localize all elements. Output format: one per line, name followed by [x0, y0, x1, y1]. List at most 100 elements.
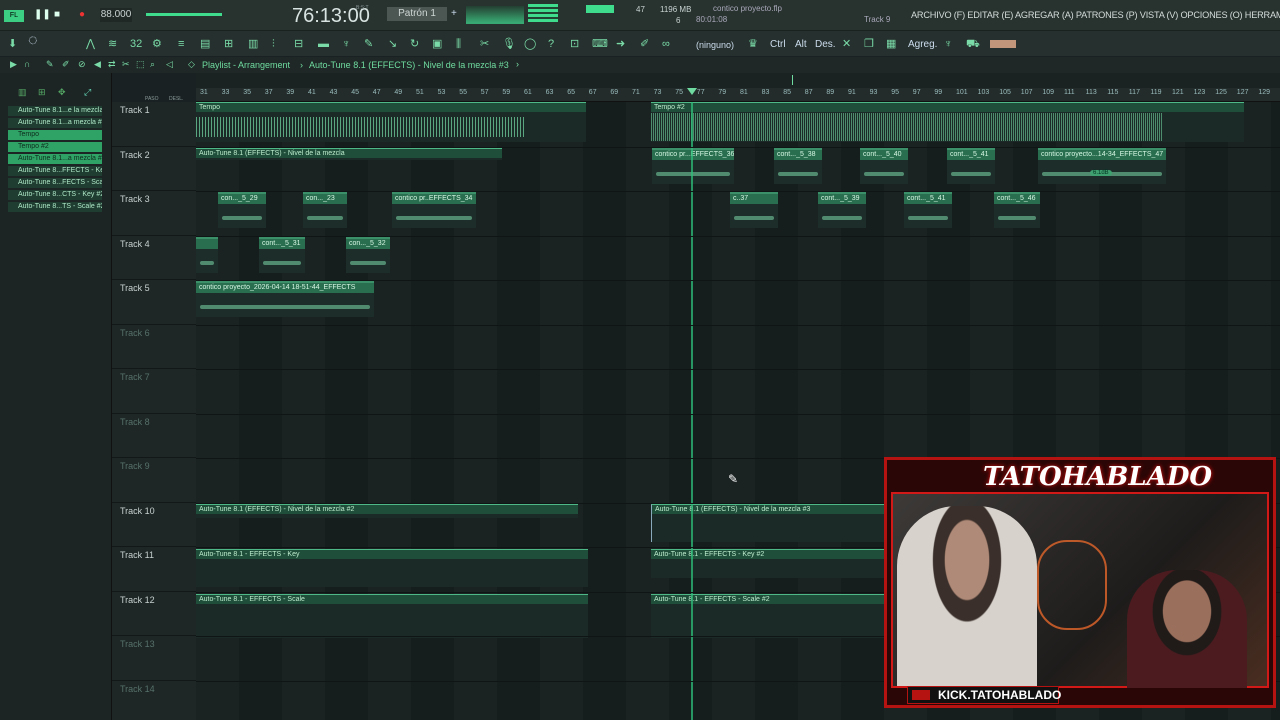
play-arrow-icon[interactable]: ▶ — [10, 57, 17, 71]
midi-target[interactable]: (ninguno) — [696, 38, 734, 52]
track-header-11[interactable]: Track 11 — [112, 547, 196, 592]
link-icon[interactable]: ∞ — [662, 37, 670, 51]
slip-tool-icon[interactable]: ⇄ — [108, 57, 116, 71]
tool-icon-3[interactable]: 32 — [130, 37, 142, 51]
audio-clip[interactable]: cont..._5_40 — [860, 148, 908, 184]
audio-clip[interactable]: contico pr...EFFECTS_36 — [652, 148, 734, 184]
panel-icon-3[interactable]: ✥ — [58, 85, 66, 99]
track-header-1[interactable]: Track 1 — [112, 102, 196, 147]
tool-icon-4[interactable]: ⚙ — [152, 37, 162, 51]
ctrl-toggle[interactable]: Ctrl — [770, 38, 786, 52]
pattern-selector[interactable]: Patrón 1 — [387, 7, 447, 21]
automation-clip[interactable]: Auto-Tune 8.1 (EFFECTS) - Nivel de la me… — [196, 148, 502, 160]
color-swatch[interactable] — [990, 40, 1016, 48]
tool-icon-17[interactable]: ⫼ — [456, 37, 461, 51]
panel-icon-2[interactable]: ⊞ — [38, 85, 46, 99]
tool-icon-12[interactable]: ♆ — [342, 37, 350, 51]
main-menu[interactable]: ARCHIVO (F) EDITAR (E) AGREGAR (A) PATRO… — [911, 8, 1280, 22]
automation-clip[interactable]: Auto-Tune 8.1 (EFFECTS) - Nivel de la me… — [196, 504, 578, 518]
pause-button[interactable]: ❚❚ — [34, 8, 51, 22]
tool-icon-1[interactable]: ⋀ — [86, 37, 95, 51]
automation-clip[interactable]: Tempo #2 — [651, 102, 1244, 142]
tempo-display[interactable]: 88.000 — [100, 8, 132, 22]
overview-bar[interactable] — [196, 73, 1280, 88]
track-header-9[interactable]: Track 9 — [112, 458, 196, 503]
copy-icon[interactable]: ❐ — [864, 37, 874, 51]
chat-icon[interactable]: ◯ — [524, 37, 536, 51]
record-button[interactable]: ● — [79, 8, 85, 22]
audio-clip[interactable]: cont..._5_38 — [774, 148, 822, 184]
panel-icon-4[interactable]: ⤢ — [84, 85, 91, 99]
track-header-3[interactable]: Track 3 — [112, 191, 196, 236]
track-header-8[interactable]: Track 8 — [112, 414, 196, 458]
tool-icon-21[interactable]: ⊡ — [570, 37, 579, 51]
audio-clip[interactable]: con..._5_29 — [218, 192, 266, 228]
tool-icon-2[interactable]: ≋ — [108, 37, 117, 51]
delete-tool-icon[interactable]: ⊘ — [78, 57, 86, 71]
pencil-icon[interactable]: ✐ — [640, 37, 649, 51]
playhead-marker[interactable] — [687, 88, 697, 95]
audio-clip[interactable]: cont..._5_41 — [904, 192, 952, 228]
tool-icon-9[interactable]: ⫶ — [272, 37, 275, 51]
alt-toggle[interactable]: Alt — [795, 38, 807, 52]
audio-clip[interactable]: cont..._5_39 — [818, 192, 866, 228]
audio-clip[interactable]: con..._5_32 — [346, 237, 390, 273]
picker-item[interactable]: Auto-Tune 8...FFECTS - Key — [8, 166, 102, 176]
tool-icon-15[interactable]: ↻ — [410, 37, 419, 51]
track-header-13[interactable]: Track 13 — [112, 636, 196, 681]
play-tool-icon[interactable]: ◁ — [166, 57, 173, 71]
panel-icon-1[interactable]: ▥ — [18, 85, 27, 99]
playhead-line[interactable] — [691, 102, 693, 720]
des-toggle[interactable]: Des. — [815, 38, 836, 52]
paste-icon[interactable]: ▦ — [886, 37, 896, 51]
slice-tool-icon[interactable]: ✂ — [122, 57, 130, 71]
picker-item[interactable]: Auto-Tune 8.1...e la mezcla — [8, 106, 102, 116]
cut-icon[interactable]: ✂ — [480, 37, 489, 51]
audio-clip[interactable]: cont..._5_31 — [259, 237, 305, 273]
tool-icon-10[interactable]: ⊟ — [294, 37, 303, 51]
picker-item[interactable]: Tempo — [8, 130, 102, 140]
tool-icon-25[interactable]: ♛ — [748, 37, 758, 51]
automation-clip[interactable]: Auto-Tune 8.1 - EFFECTS - Key — [196, 549, 588, 587]
picker-item[interactable]: Auto-Tune 8...CTS - Key #2 — [8, 190, 102, 200]
tool-icon-11[interactable]: ▬ — [318, 37, 329, 51]
track-header-10[interactable]: Track 10 — [112, 503, 196, 547]
automation-clip[interactable]: Auto-Tune 8.1 - EFFECTS - Scale #2 — [651, 594, 886, 638]
scissors-icon[interactable]: ✕ — [842, 37, 851, 51]
knob-icon[interactable]: ◌ — [28, 33, 38, 49]
audio-clip[interactable]: contico pr..EFFECTS_34 — [392, 192, 476, 228]
tool-icon-13[interactable]: ✎ — [364, 37, 373, 51]
picker-item[interactable]: Auto-Tune 8...FECTS - Scale — [8, 178, 102, 188]
timeline-ruler[interactable]: 31 33 35 37 39 41 43 45 47 49 51 53 55 57 59 61 63 65 67 69… — [196, 88, 1280, 102]
audio-clip[interactable]: cont..._5_46 — [994, 192, 1040, 228]
automation-clip[interactable]: Tempo — [196, 102, 586, 142]
save-icon[interactable]: ▣ — [432, 37, 442, 51]
logo-icon[interactable]: FL — [4, 10, 24, 22]
track-header-4[interactable]: Track 4 — [112, 236, 196, 280]
automation-clip[interactable]: Auto-Tune 8.1 - EFFECTS - Key #2 — [651, 549, 886, 578]
track-header-12[interactable]: Track 12 — [112, 592, 196, 636]
audio-clip[interactable] — [196, 237, 218, 273]
track-header-2[interactable]: Track 2 — [112, 147, 196, 191]
add-pattern-button[interactable]: + — [451, 7, 457, 21]
keyboard-icon[interactable]: ⌨ — [592, 37, 608, 51]
tool-icon-8[interactable]: ▥ — [248, 37, 258, 51]
add-toggle[interactable]: Agreg. — [908, 38, 937, 52]
zoom-tool-icon[interactable]: ⌕ — [150, 57, 155, 71]
track-header-5[interactable]: Track 5 — [112, 280, 196, 325]
select-tool-icon[interactable]: ⬚ — [136, 57, 145, 71]
picker-item[interactable]: Auto-Tune 8.1...a mezcla #3 — [8, 154, 102, 164]
audio-clip[interactable]: cont..._5_41 — [947, 148, 995, 184]
tool-icon-30[interactable]: ♆ — [944, 37, 952, 51]
plugin-icon[interactable]: ⬇ — [8, 37, 17, 51]
picker-item[interactable]: Auto-Tune 8...TS - Scale #2 — [8, 202, 102, 212]
track-header-14[interactable]: Track 14 — [112, 681, 196, 720]
audio-clip[interactable]: con..._23 — [303, 192, 347, 228]
picker-item[interactable]: Tempo #2 — [8, 142, 102, 152]
master-volume-slider[interactable] — [146, 13, 222, 16]
magnet-icon[interactable]: ∩ — [24, 57, 30, 71]
tool-icon-5[interactable]: ≡ — [178, 37, 184, 51]
pencil-tool-icon[interactable]: ✎ — [46, 57, 54, 71]
tool-icon-6[interactable]: ▤ — [200, 37, 210, 51]
automation-clip[interactable]: Auto-Tune 8.1 - EFFECTS - Scale — [196, 594, 588, 638]
